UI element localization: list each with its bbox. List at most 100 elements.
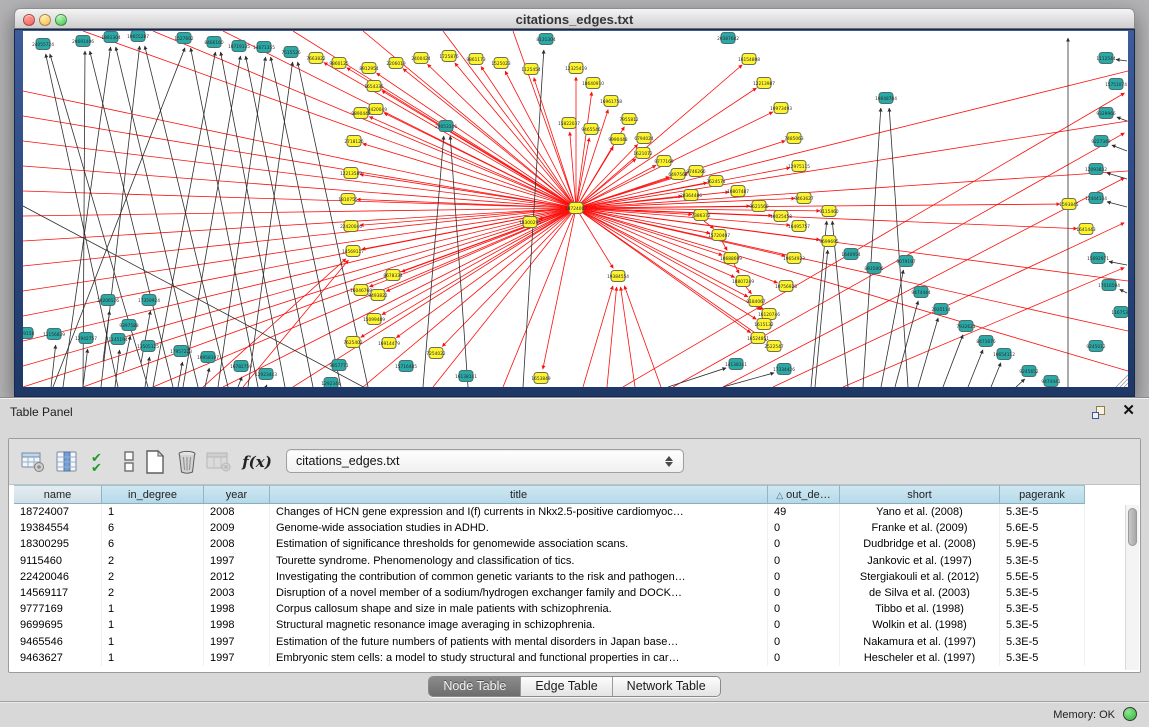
- table-panel: Table Panel ✕ ✔✔: [0, 397, 1149, 727]
- table-row[interactable]: 946554611997Estimation of the future num…: [14, 634, 1135, 650]
- table-selector-dropdown[interactable]: citations_edges.txt: [286, 449, 684, 473]
- table-row[interactable]: 2242004622012Investigating the contribut…: [14, 569, 1135, 585]
- graph-node-label: 2206019: [386, 61, 405, 67]
- function-builder-icon[interactable]: f(x): [243, 448, 271, 476]
- graph-node-label: 12213589: [340, 171, 362, 177]
- table-cell: 18724007: [14, 504, 102, 520]
- tab-edge-table[interactable]: Edge Table: [521, 677, 612, 696]
- table-cell: 0: [768, 520, 840, 536]
- graph-node-label: 12093832: [1085, 167, 1107, 173]
- table-cell: 5.9E-5: [1000, 536, 1085, 552]
- graph-edge: [145, 46, 228, 387]
- graph-node-label: 2718126: [344, 139, 363, 145]
- sort-ascending-icon: △: [776, 486, 783, 504]
- column-header-year[interactable]: year: [204, 485, 270, 504]
- graph-node-label: 9861173: [466, 57, 485, 63]
- graph-node-label: 1621072: [633, 151, 652, 157]
- table-cell: 9465546: [14, 634, 102, 650]
- select-rows-icon[interactable]: ✔✔: [87, 448, 115, 476]
- graph-node-label: 9245012: [1086, 344, 1105, 350]
- new-table-icon[interactable]: [141, 448, 169, 476]
- column-header-name[interactable]: name: [14, 485, 102, 504]
- graph-node-label: 11156839: [43, 332, 65, 338]
- graph-node-label: 10958107: [197, 355, 219, 361]
- column-header-in_degree[interactable]: in_degree: [102, 485, 204, 504]
- citation-network-graph[interactable]: 1232541918640910169617587955812158220379…: [23, 31, 1128, 387]
- column-header-pagerank[interactable]: pagerank: [1000, 485, 1085, 504]
- table-row[interactable]: 977716911998Corpus callosum shape and si…: [14, 601, 1135, 617]
- graph-edge: [576, 92, 592, 208]
- graph-edge: [90, 51, 173, 387]
- graph-node-label: 9115460: [819, 209, 838, 215]
- close-panel-icon[interactable]: ✕: [1122, 403, 1135, 418]
- table-cell: 2012: [204, 569, 270, 585]
- table-row[interactable]: 1830029562008Estimation of significance …: [14, 536, 1135, 552]
- window-titlebar[interactable]: citations_edges.txt: [14, 8, 1135, 29]
- graph-node-label: 8678334: [383, 273, 402, 279]
- table-cell: Franke et al. (2009): [840, 520, 1000, 536]
- table-cell: 5.3E-5: [1000, 617, 1085, 633]
- table-cell: 5.3E-5: [1000, 634, 1085, 650]
- scrollbar-thumb[interactable]: [1128, 508, 1137, 546]
- table-cell: 2: [102, 585, 204, 601]
- row-height-icon[interactable]: [115, 448, 143, 476]
- tab-node-table[interactable]: Node Table: [429, 677, 521, 696]
- svg-text:✔: ✔: [91, 461, 102, 473]
- graph-node-label: 18807249: [732, 279, 754, 285]
- graph-node-label: 12923443: [255, 372, 277, 378]
- table-row[interactable]: 946362711997Embryonic stem cells: a mode…: [14, 650, 1135, 666]
- table-row[interactable]: 969969511998Structural magnetic resonanc…: [14, 617, 1135, 633]
- graph-node-label: 6794024: [634, 136, 653, 142]
- graph-node-label: 16648784: [875, 96, 897, 102]
- graph-node-label: 8471676: [976, 339, 995, 345]
- column-header-short[interactable]: short: [840, 485, 1000, 504]
- table-header-row: namein_degreeyeartitle△out_de…shortpager…: [14, 485, 1135, 504]
- graph-node-label: 1654335: [364, 84, 383, 90]
- table-cell: 1998: [204, 601, 270, 617]
- network-canvas[interactable]: 1232541918640910169617587955812158220379…: [23, 31, 1128, 387]
- table-tabs: Node TableEdge TableNetwork Table: [0, 676, 1149, 697]
- graph-node-label: 1145194: [108, 337, 127, 343]
- graph-node-label: 17334426: [773, 367, 795, 373]
- graph-node-label: 1615132: [754, 322, 773, 328]
- table-cell: 9777169: [14, 601, 102, 617]
- combo-arrows-icon: [665, 454, 674, 469]
- table-settings-icon[interactable]: [19, 448, 47, 476]
- table-cell: 2009: [204, 520, 270, 536]
- graph-node-label: 9397588: [119, 323, 138, 329]
- graph-node-label: 10973493: [770, 106, 792, 112]
- table-row[interactable]: 1872400712008Changes of HCN gene express…: [14, 504, 1135, 520]
- window-title: citations_edges.txt: [15, 12, 1134, 27]
- table-row[interactable]: 1456911722003Disruption of a novel membe…: [14, 585, 1135, 601]
- table-cell: 0: [768, 585, 840, 601]
- graph-edge: [23, 166, 576, 208]
- table-cell: Tourette syndrome. Phenomenology and cla…: [270, 553, 768, 569]
- graph-node-label: 9990448: [608, 137, 627, 143]
- table-cell: 2008: [204, 536, 270, 552]
- table-cell: 5.3E-5: [1000, 650, 1085, 666]
- tab-network-table[interactable]: Network Table: [613, 677, 720, 696]
- graph-node-label: 9890448: [351, 111, 370, 117]
- table-cell: 19384554: [14, 520, 102, 536]
- graph-node-label: 6497568: [668, 172, 687, 178]
- show-columns-icon[interactable]: [53, 448, 81, 476]
- table-row[interactable]: 1938455462009Genome-wide association stu…: [14, 520, 1135, 536]
- graph-edge: [145, 357, 150, 387]
- delete-table-icon[interactable]: [173, 448, 201, 476]
- graph-node-label: 8935806: [864, 266, 883, 272]
- vertical-scrollbar[interactable]: [1125, 505, 1139, 670]
- float-panel-icon[interactable]: [1092, 406, 1107, 420]
- graph-node-label: 17359924: [138, 298, 160, 304]
- graph-edge: [266, 385, 267, 387]
- table-row[interactable]: 911546021997Tourette syndrome. Phenomeno…: [14, 553, 1135, 569]
- graph-edge: [1109, 262, 1127, 265]
- column-header-out_de[interactable]: △out_de…: [768, 485, 840, 504]
- table-cell: Tibbo et al. (1998): [840, 601, 1000, 617]
- graph-node-label: 1167534: [1111, 310, 1128, 316]
- graph-edge: [1016, 379, 1025, 387]
- graph-node-label: 18640910: [582, 81, 604, 87]
- table-cell: 0: [768, 553, 840, 569]
- graph-edge: [205, 368, 209, 387]
- graph-node-label: 15822037: [558, 121, 580, 127]
- column-header-title[interactable]: title: [270, 485, 768, 504]
